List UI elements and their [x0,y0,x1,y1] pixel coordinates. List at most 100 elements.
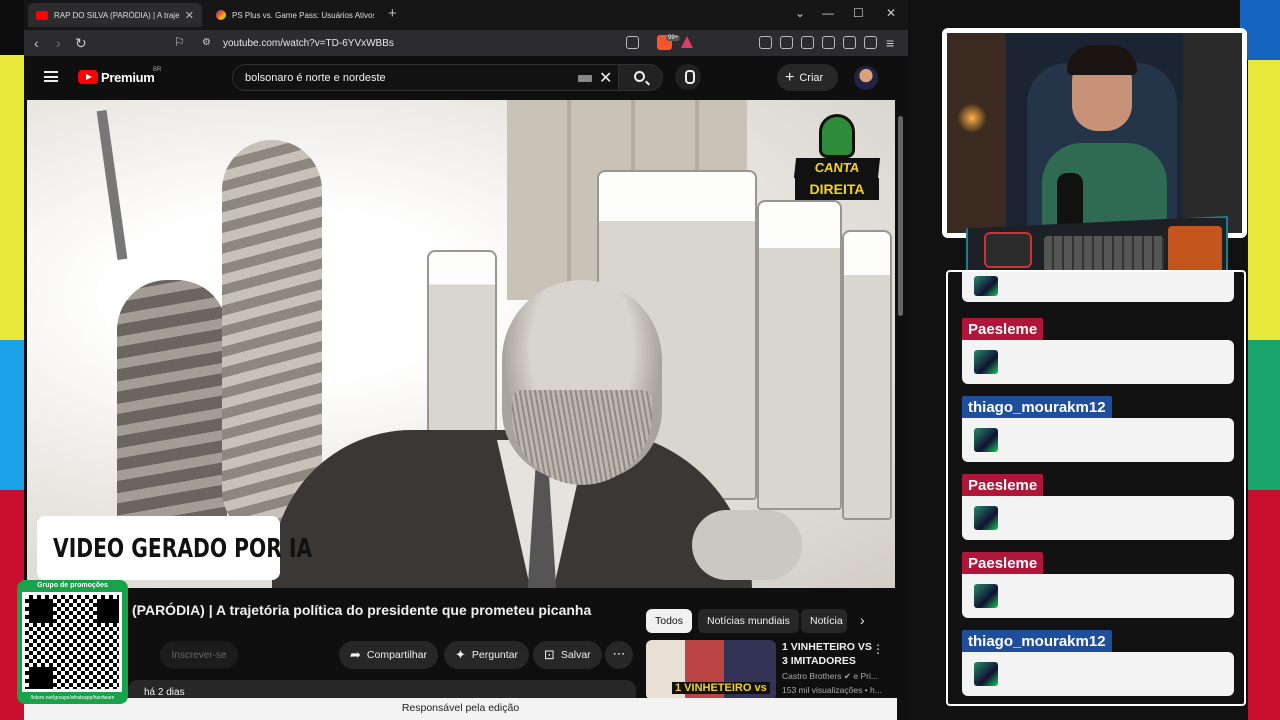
create-label: Criar [799,71,824,84]
thumbnail-text: 1 VINHETEIRO vs [672,682,770,694]
voice-search-button[interactable] [675,64,701,90]
video-thumbnail[interactable]: 1 VINHETEIRO vs [646,640,776,700]
sidebar-icon[interactable] [801,36,814,49]
keyboard-graphic [1044,236,1164,272]
video-man-illustration [272,280,802,588]
minimize-button[interactable]: — [822,6,834,20]
bookmark-save-icon: ⊡ [544,647,555,662]
youtube-header: Premium BR bolsonaro é norte e nordeste … [24,56,908,98]
stream-layout: RAP DO SILVA (PARÓDIA) | A trajetó ✕ PS … [0,0,1280,720]
plus-icon: + [785,68,795,86]
status-bar: Responsável pela edição [24,698,897,720]
recommended-video[interactable]: 1 VINHETEIRO vs 1 VINHETEIRO VS 3 IMITAD… [646,640,896,700]
search-input[interactable]: bolsonaro é norte e nordeste [245,72,386,84]
recommended-channel[interactable]: Castro Brothers ✔ e Pri... [782,671,878,682]
emote-icon [974,506,998,530]
tab-title: RAP DO SILVA (PARÓDIA) | A trajetó [54,10,179,20]
wallet-icon[interactable] [822,36,835,49]
chat-username: Paesleme [962,552,1044,575]
video-beer-glass [757,200,842,510]
tab-list-chevron-icon[interactable]: ⌄ [795,6,805,20]
brave-rewards-icon[interactable] [681,36,693,48]
video-beer-glass [842,230,892,520]
chip-news[interactable]: Notícia [801,609,847,633]
bookmark-icon[interactable]: ⚐ [174,35,185,49]
more-actions-button[interactable]: ⋯ [605,641,633,669]
leo-ai-icon[interactable] [843,36,856,49]
webcam-person-hair [1067,45,1137,75]
keyboard-icon[interactable] [578,75,592,82]
stream-border-red-right [1248,490,1280,720]
chat-panel: Paesleme thiago_mourakm12 Paesleme Paesl… [946,270,1246,706]
kebab-menu-icon[interactable]: ⋮ [872,642,884,656]
chat-username: thiago_mourakm12 [962,396,1112,419]
video-player[interactable]: VIDEO GERADO POR IA CANTA DIREITA [27,100,895,588]
media-icon[interactable] [780,36,793,49]
emote-icon [974,662,998,686]
chip-world-news[interactable]: Notícias mundiais [698,609,799,633]
create-button[interactable]: + Criar [777,64,838,91]
webcam-lamp [957,103,987,133]
console-graphic [984,232,1032,268]
ask-button[interactable]: ✦ Perguntar [444,641,530,669]
forward-button[interactable]: › [56,35,61,51]
maximize-button[interactable]: ☐ [853,6,864,20]
chat-bubble [962,496,1234,540]
chat-message-partial [962,272,1234,302]
tab-youtube[interactable]: RAP DO SILVA (PARÓDIA) | A trajetó ✕ [28,3,202,27]
reload-button[interactable]: ↻ [75,35,87,52]
new-tab-button[interactable]: + [388,5,397,22]
chevron-right-icon[interactable]: › [860,612,865,628]
search-box[interactable]: bolsonaro é norte e nordeste ✕ [232,64,619,91]
tab-title: PS Plus vs. Game Pass: Usuários Ativos -… [232,10,374,20]
search-icon [634,71,645,82]
browser-window: RAP DO SILVA (PARÓDIA) | A trajetó ✕ PS … [24,0,908,720]
emote-icon [974,350,998,374]
youtube-favicon-icon [36,10,48,20]
youtube-brand[interactable]: Premium [101,70,155,85]
webcam-feed [947,33,1242,233]
extensions-icon[interactable] [759,36,772,49]
share-button[interactable]: ➦ Compartilhar [339,641,439,669]
emote-icon [974,276,998,296]
post-date: há 2 dias [144,687,185,698]
address-bar: ‹ › ↻ ⚐ ⚙ youtube.com/watch?v=TD-6YVxWBB… [24,30,908,56]
shields-count-badge: 99+ [666,35,681,41]
ai-generated-caption: VIDEO GERADO POR IA [37,516,312,580]
chat-bubble [962,340,1234,384]
close-tab-icon[interactable]: ✕ [185,9,194,22]
youtube-logo-icon[interactable] [78,70,98,84]
avatar[interactable] [854,66,878,90]
site-settings-icon[interactable]: ⚙ [202,37,211,48]
vpn-icon[interactable] [864,36,877,49]
subscribe-button[interactable]: Inscrever-se [160,641,238,669]
chat-bubble [962,652,1234,696]
back-button[interactable]: ‹ [34,35,39,51]
sparkle-icon: ✦ [455,647,466,662]
search-button[interactable] [618,64,663,91]
url-field[interactable]: youtube.com/watch?v=TD-6YVxWBBs [223,38,394,49]
ask-label: Perguntar [471,649,519,661]
cast-icon[interactable] [626,36,639,49]
chat-username: Paesleme [962,474,1044,497]
badge-line-2: DIREITA [795,178,879,200]
save-label: Salvar [560,649,591,661]
share-label: Compartilhar [366,649,428,661]
chip-all[interactable]: Todos [646,609,693,633]
clear-search-icon[interactable]: ✕ [599,68,612,88]
scrollbar-thumb[interactable] [898,116,903,316]
save-button[interactable]: ⊡ Salvar [533,641,602,669]
tab-google[interactable]: PS Plus vs. Game Pass: Usuários Ativos -… [208,3,382,27]
qr-code [22,592,122,692]
chat-bubble [962,574,1234,618]
menu-icon[interactable]: ≡ [886,35,894,51]
badge-line-1: CANTA [793,158,881,178]
close-window-button[interactable]: ✕ [886,6,896,20]
hamburger-menu-icon[interactable] [44,71,58,82]
chat-username: thiago_mourakm12 [962,630,1112,653]
recommended-views: 153 mil visualizações • h... [782,685,882,695]
recommended-title[interactable]: 1 VINHETEIRO VS 3 IMITADORES [782,640,872,668]
qr-overlay: Grupo de promoções /lotore.net/groups/wh… [17,580,128,704]
youtube-page: Premium BR bolsonaro é norte e nordeste … [24,56,908,720]
qr-footer: /lotore.net/groups/whatsapp/hardware [30,695,115,701]
